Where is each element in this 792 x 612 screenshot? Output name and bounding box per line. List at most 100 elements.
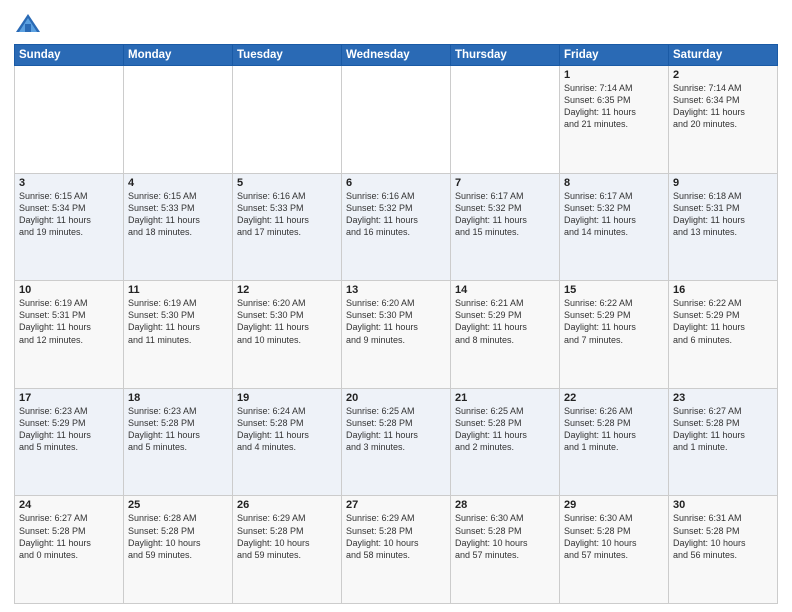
day-number: 18 [128, 392, 228, 404]
day-number: 6 [346, 177, 446, 189]
day-number: 29 [564, 499, 664, 511]
day-info: Sunrise: 7:14 AM Sunset: 6:35 PM Dayligh… [564, 82, 664, 131]
calendar-body: 1Sunrise: 7:14 AM Sunset: 6:35 PM Daylig… [15, 66, 778, 604]
day-info: Sunrise: 6:30 AM Sunset: 5:28 PM Dayligh… [564, 512, 664, 561]
day-info: Sunrise: 6:25 AM Sunset: 5:28 PM Dayligh… [346, 405, 446, 454]
day-number: 13 [346, 284, 446, 296]
day-number: 3 [19, 177, 119, 189]
calendar-cell: 7Sunrise: 6:17 AM Sunset: 5:32 PM Daylig… [451, 173, 560, 281]
day-number: 9 [673, 177, 773, 189]
day-number: 24 [19, 499, 119, 511]
calendar-cell [124, 66, 233, 174]
calendar-cell: 23Sunrise: 6:27 AM Sunset: 5:28 PM Dayli… [669, 388, 778, 496]
day-info: Sunrise: 6:25 AM Sunset: 5:28 PM Dayligh… [455, 405, 555, 454]
calendar-cell: 28Sunrise: 6:30 AM Sunset: 5:28 PM Dayli… [451, 496, 560, 604]
day-number: 7 [455, 177, 555, 189]
day-number: 8 [564, 177, 664, 189]
calendar-cell: 16Sunrise: 6:22 AM Sunset: 5:29 PM Dayli… [669, 281, 778, 389]
calendar-cell: 8Sunrise: 6:17 AM Sunset: 5:32 PM Daylig… [560, 173, 669, 281]
calendar-cell: 13Sunrise: 6:20 AM Sunset: 5:30 PM Dayli… [342, 281, 451, 389]
day-info: Sunrise: 6:26 AM Sunset: 5:28 PM Dayligh… [564, 405, 664, 454]
day-info: Sunrise: 7:14 AM Sunset: 6:34 PM Dayligh… [673, 82, 773, 131]
day-info: Sunrise: 6:29 AM Sunset: 5:28 PM Dayligh… [346, 512, 446, 561]
calendar-week-1: 1Sunrise: 7:14 AM Sunset: 6:35 PM Daylig… [15, 66, 778, 174]
calendar-cell: 6Sunrise: 6:16 AM Sunset: 5:32 PM Daylig… [342, 173, 451, 281]
calendar-cell: 12Sunrise: 6:20 AM Sunset: 5:30 PM Dayli… [233, 281, 342, 389]
calendar-cell: 21Sunrise: 6:25 AM Sunset: 5:28 PM Dayli… [451, 388, 560, 496]
day-number: 27 [346, 499, 446, 511]
day-info: Sunrise: 6:24 AM Sunset: 5:28 PM Dayligh… [237, 405, 337, 454]
day-info: Sunrise: 6:15 AM Sunset: 5:34 PM Dayligh… [19, 190, 119, 239]
weekday-header-row: SundayMondayTuesdayWednesdayThursdayFrid… [15, 45, 778, 66]
day-number: 12 [237, 284, 337, 296]
calendar-week-3: 10Sunrise: 6:19 AM Sunset: 5:31 PM Dayli… [15, 281, 778, 389]
calendar-cell: 25Sunrise: 6:28 AM Sunset: 5:28 PM Dayli… [124, 496, 233, 604]
calendar-cell: 20Sunrise: 6:25 AM Sunset: 5:28 PM Dayli… [342, 388, 451, 496]
day-info: Sunrise: 6:18 AM Sunset: 5:31 PM Dayligh… [673, 190, 773, 239]
day-info: Sunrise: 6:19 AM Sunset: 5:31 PM Dayligh… [19, 297, 119, 346]
calendar-header: SundayMondayTuesdayWednesdayThursdayFrid… [15, 45, 778, 66]
calendar-cell [342, 66, 451, 174]
weekday-header-saturday: Saturday [669, 45, 778, 66]
calendar-cell: 9Sunrise: 6:18 AM Sunset: 5:31 PM Daylig… [669, 173, 778, 281]
calendar-cell: 3Sunrise: 6:15 AM Sunset: 5:34 PM Daylig… [15, 173, 124, 281]
day-number: 19 [237, 392, 337, 404]
day-number: 17 [19, 392, 119, 404]
calendar-cell: 10Sunrise: 6:19 AM Sunset: 5:31 PM Dayli… [15, 281, 124, 389]
day-info: Sunrise: 6:20 AM Sunset: 5:30 PM Dayligh… [346, 297, 446, 346]
day-info: Sunrise: 6:16 AM Sunset: 5:33 PM Dayligh… [237, 190, 337, 239]
calendar-cell: 11Sunrise: 6:19 AM Sunset: 5:30 PM Dayli… [124, 281, 233, 389]
page: SundayMondayTuesdayWednesdayThursdayFrid… [0, 0, 792, 612]
day-number: 14 [455, 284, 555, 296]
day-number: 5 [237, 177, 337, 189]
calendar-cell [233, 66, 342, 174]
day-info: Sunrise: 6:27 AM Sunset: 5:28 PM Dayligh… [19, 512, 119, 561]
day-number: 23 [673, 392, 773, 404]
day-number: 26 [237, 499, 337, 511]
logo [14, 10, 46, 38]
day-info: Sunrise: 6:29 AM Sunset: 5:28 PM Dayligh… [237, 512, 337, 561]
header [14, 10, 778, 38]
day-info: Sunrise: 6:16 AM Sunset: 5:32 PM Dayligh… [346, 190, 446, 239]
day-number: 21 [455, 392, 555, 404]
weekday-header-monday: Monday [124, 45, 233, 66]
calendar-cell [15, 66, 124, 174]
day-info: Sunrise: 6:15 AM Sunset: 5:33 PM Dayligh… [128, 190, 228, 239]
calendar-cell: 4Sunrise: 6:15 AM Sunset: 5:33 PM Daylig… [124, 173, 233, 281]
calendar-cell: 27Sunrise: 6:29 AM Sunset: 5:28 PM Dayli… [342, 496, 451, 604]
day-number: 2 [673, 69, 773, 81]
calendar-cell: 30Sunrise: 6:31 AM Sunset: 5:28 PM Dayli… [669, 496, 778, 604]
calendar-cell: 17Sunrise: 6:23 AM Sunset: 5:29 PM Dayli… [15, 388, 124, 496]
day-info: Sunrise: 6:23 AM Sunset: 5:29 PM Dayligh… [19, 405, 119, 454]
calendar-cell: 15Sunrise: 6:22 AM Sunset: 5:29 PM Dayli… [560, 281, 669, 389]
calendar-cell: 22Sunrise: 6:26 AM Sunset: 5:28 PM Dayli… [560, 388, 669, 496]
day-number: 20 [346, 392, 446, 404]
day-info: Sunrise: 6:17 AM Sunset: 5:32 PM Dayligh… [564, 190, 664, 239]
day-info: Sunrise: 6:19 AM Sunset: 5:30 PM Dayligh… [128, 297, 228, 346]
day-number: 28 [455, 499, 555, 511]
day-info: Sunrise: 6:30 AM Sunset: 5:28 PM Dayligh… [455, 512, 555, 561]
weekday-header-friday: Friday [560, 45, 669, 66]
calendar-cell: 2Sunrise: 7:14 AM Sunset: 6:34 PM Daylig… [669, 66, 778, 174]
day-number: 15 [564, 284, 664, 296]
weekday-header-wednesday: Wednesday [342, 45, 451, 66]
calendar-cell: 24Sunrise: 6:27 AM Sunset: 5:28 PM Dayli… [15, 496, 124, 604]
day-number: 16 [673, 284, 773, 296]
day-number: 22 [564, 392, 664, 404]
calendar-cell: 29Sunrise: 6:30 AM Sunset: 5:28 PM Dayli… [560, 496, 669, 604]
calendar-cell: 1Sunrise: 7:14 AM Sunset: 6:35 PM Daylig… [560, 66, 669, 174]
calendar-week-5: 24Sunrise: 6:27 AM Sunset: 5:28 PM Dayli… [15, 496, 778, 604]
day-info: Sunrise: 6:23 AM Sunset: 5:28 PM Dayligh… [128, 405, 228, 454]
calendar-cell: 26Sunrise: 6:29 AM Sunset: 5:28 PM Dayli… [233, 496, 342, 604]
day-info: Sunrise: 6:28 AM Sunset: 5:28 PM Dayligh… [128, 512, 228, 561]
calendar-week-2: 3Sunrise: 6:15 AM Sunset: 5:34 PM Daylig… [15, 173, 778, 281]
weekday-header-tuesday: Tuesday [233, 45, 342, 66]
day-info: Sunrise: 6:27 AM Sunset: 5:28 PM Dayligh… [673, 405, 773, 454]
day-number: 10 [19, 284, 119, 296]
logo-icon [14, 10, 42, 38]
calendar-cell [451, 66, 560, 174]
day-number: 30 [673, 499, 773, 511]
calendar-table: SundayMondayTuesdayWednesdayThursdayFrid… [14, 44, 778, 604]
calendar-week-4: 17Sunrise: 6:23 AM Sunset: 5:29 PM Dayli… [15, 388, 778, 496]
calendar-cell: 14Sunrise: 6:21 AM Sunset: 5:29 PM Dayli… [451, 281, 560, 389]
